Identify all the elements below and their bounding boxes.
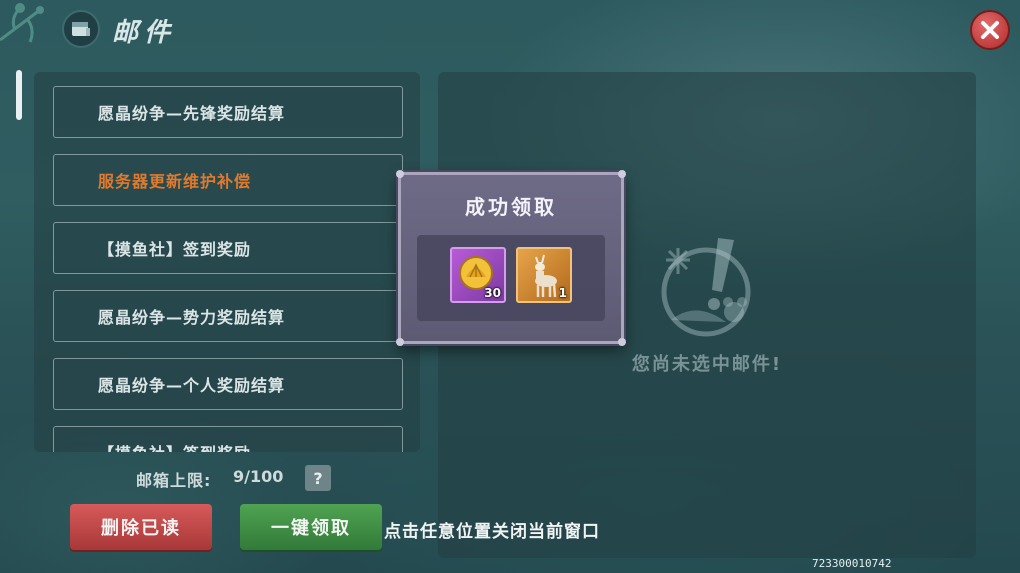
mail-subject: 愿晶纷争—个人奖励结算 <box>98 376 286 395</box>
claim-success-dialog[interactable]: 成功领取 30 1 <box>396 170 626 346</box>
mail-subject: 【摸鱼社】签到奖励 <box>98 240 252 259</box>
close-button[interactable] <box>970 10 1010 50</box>
empty-mailbox-icon <box>661 238 751 337</box>
mail-subject: 服务器更新维护补偿 <box>98 172 252 191</box>
mail-item[interactable]: 愿晶纷争—先锋奖励结算 <box>53 86 403 138</box>
delete-read-button[interactable]: 删除已读 <box>70 504 212 550</box>
reward-count: 30 <box>484 286 501 300</box>
reward-item[interactable]: 30 <box>450 247 506 303</box>
claim-all-button[interactable]: 一键领取 <box>240 504 382 550</box>
page-title: 邮件 <box>112 18 177 48</box>
mail-item[interactable]: 愿晶纷争—个人奖励结算 <box>53 358 403 410</box>
close-icon <box>981 21 999 39</box>
mail-list: 愿晶纷争—先锋奖励结算 服务器更新维护补偿 【摸鱼社】签到奖励 愿晶纷争—势力奖… <box>34 72 420 452</box>
reward-list: 30 1 <box>417 235 605 321</box>
close-window-hint: 点击任意位置关闭当前窗口 <box>384 522 600 542</box>
mail-subject: 【摸鱼社】签到奖励 <box>98 440 251 452</box>
dialog-corner-ornament <box>396 170 404 178</box>
mail-subject: 愿晶纷争—先锋奖励结算 <box>98 104 286 123</box>
empty-selection-text: 您尚未选中邮件! <box>631 354 783 375</box>
mail-item[interactable]: 【摸鱼社】签到奖励 <box>53 426 403 452</box>
reward-count: 1 <box>558 286 567 300</box>
mail-item[interactable]: 服务器更新维护补偿 <box>53 154 403 206</box>
dialog-title: 成功领取 <box>465 195 557 219</box>
reward-item[interactable]: 1 <box>516 247 572 303</box>
mailbox-limit-label: 邮箱上限: <box>136 471 212 490</box>
dialog-corner-ornament <box>396 338 404 346</box>
header: 邮件 <box>0 0 1020 58</box>
mail-subject: 愿晶纷争—势力奖励结算 <box>98 308 286 327</box>
mail-item[interactable]: 愿晶纷争—势力奖励结算 <box>53 290 403 342</box>
branch-decoration-icon <box>0 3 44 43</box>
mail-icon <box>62 10 100 48</box>
mail-list-scrollbar[interactable] <box>16 70 22 120</box>
user-id: 723300010742 <box>812 557 892 570</box>
help-button[interactable]: ? <box>305 465 331 491</box>
mail-item[interactable]: 【摸鱼社】签到奖励 <box>53 222 403 274</box>
dialog-corner-ornament <box>618 338 626 346</box>
dialog-corner-ornament <box>618 170 626 178</box>
mailbox-limit-value: 9/100 <box>233 467 284 486</box>
